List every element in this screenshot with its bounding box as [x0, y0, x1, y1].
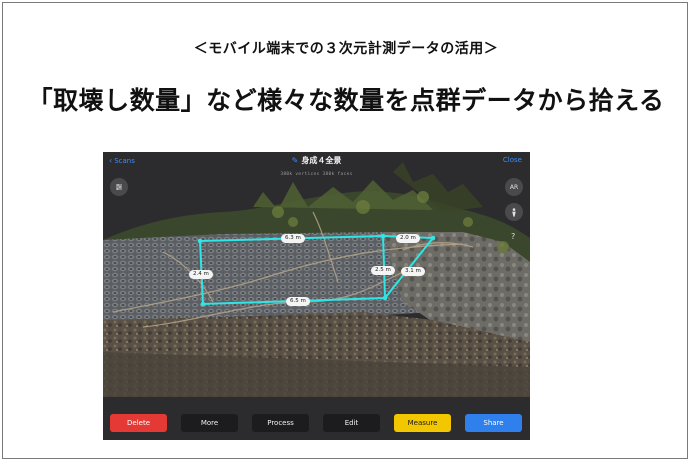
delete-label: Delete	[127, 419, 150, 427]
delete-button[interactable]: Delete	[110, 414, 167, 432]
slide-headline: 「取壊し数量」など様々な数量を点群データから拾える	[27, 86, 665, 115]
measure-button[interactable]: Measure	[394, 414, 451, 432]
person-button[interactable]	[505, 203, 523, 221]
measurement-label: 2.0 m	[396, 234, 420, 243]
settings-sliders-button[interactable]	[110, 178, 128, 196]
scan-title-text: 身成４全景	[301, 156, 342, 165]
measurement-label: 2.5 m	[371, 266, 395, 275]
measurement-label: 3.1 m	[401, 267, 425, 276]
edit-label: Edit	[344, 419, 359, 427]
process-label: Process	[267, 419, 294, 427]
person-icon	[512, 207, 516, 217]
measure-label: Measure	[407, 419, 438, 427]
measurement-label: 2.4 m	[189, 270, 213, 279]
sliders-icon	[116, 184, 122, 190]
pencil-icon: ✎	[291, 156, 299, 165]
app-screenshot: 6.3 m 2.0 m 2.4 m 2.5 m 3.1 m 6.5 m ‹ Sca…	[103, 152, 530, 440]
more-label: More	[200, 419, 219, 427]
mesh-stats: 380k vertices 380k faces	[280, 172, 353, 177]
measurement-label: 6.5 m	[286, 297, 310, 306]
slide-subtitle: ＜モバイル端末での３次元計測データの活用＞	[193, 41, 499, 57]
bottom-toolbar: Delete More Process Edit Measure Share	[103, 414, 530, 434]
share-label: Share	[483, 419, 504, 427]
point-cloud-view[interactable]	[103, 152, 530, 440]
help-button[interactable]: ?	[511, 232, 515, 241]
more-button[interactable]: More	[181, 414, 238, 432]
edit-button[interactable]: Edit	[323, 414, 380, 432]
share-button[interactable]: Share	[465, 414, 522, 432]
process-button[interactable]: Process	[252, 414, 309, 432]
nav-bar: ‹ Scans ✎ 身成４全景 Close	[103, 152, 530, 174]
close-button[interactable]: Close	[503, 156, 522, 164]
measurement-label: 6.3 m	[281, 234, 305, 243]
scan-title[interactable]: ✎ 身成４全景	[103, 155, 530, 166]
ar-button[interactable]: AR	[505, 178, 523, 196]
